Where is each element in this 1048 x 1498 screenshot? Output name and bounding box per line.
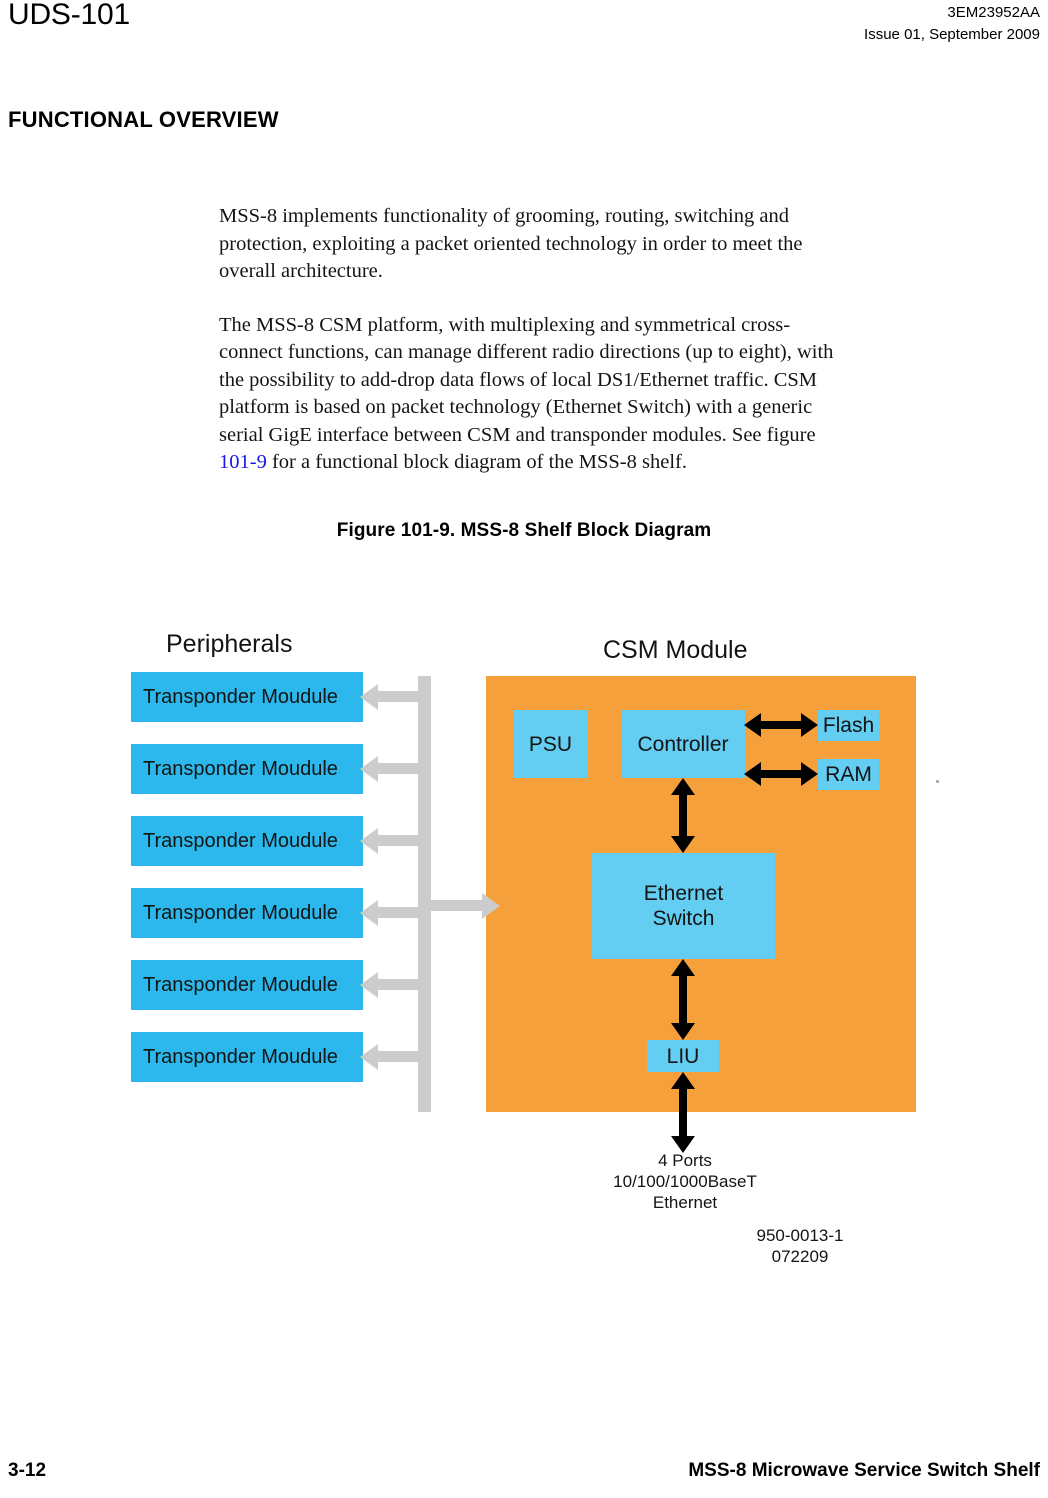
part-number: 3EM23952AA (947, 4, 1040, 21)
paragraph-2-text-after: for a functional block diagram of the MS… (266, 451, 687, 473)
drawing-date-code: 072209 (771, 1247, 829, 1266)
paragraph-2-text-before: The MSS-8 CSM platform, with multiplexin… (219, 313, 834, 446)
controller-switch-link-shaft (679, 795, 687, 837)
liu-ports-link-shaft (679, 1089, 687, 1137)
controller-ram-link-shaft (761, 770, 803, 778)
transponder-arrowhead-icon (360, 828, 378, 854)
transponder-module-block[interactable]: Transponder Moudule (131, 888, 363, 938)
transponder-module-block[interactable]: Transponder Moudule (131, 744, 363, 794)
peripheral-bus-vertical (418, 676, 431, 1112)
port-annotation-line3: Ethernet (652, 1193, 718, 1212)
document-code: UDS-101 (8, 0, 130, 31)
controller-ram-arrowhead-right-icon (801, 762, 818, 786)
transponder-arrowhead-icon (360, 1044, 378, 1070)
transponder-module-block[interactable]: Transponder Moudule (131, 960, 363, 1010)
diagram-artifact-dot (936, 780, 939, 783)
issue-date: Issue 01, September 2009 (864, 26, 1040, 43)
controller-flash-arrowhead-left-icon (744, 713, 761, 737)
switch-liu-arrowhead-up-icon (671, 959, 695, 976)
drawing-number: 950-0013-1 (756, 1226, 844, 1245)
flash-block[interactable]: Flash (818, 710, 879, 741)
transponder-link-shaft (376, 1051, 420, 1062)
document-title-footer: MSS-8 Microwave Service Switch Shelf (688, 1460, 1040, 1481)
paragraph-2: The MSS-8 CSM platform, with multiplexin… (219, 312, 839, 477)
transponder-module-block[interactable]: Transponder Moudule (131, 672, 363, 722)
transponder-module-block[interactable]: Transponder Moudule (131, 816, 363, 866)
transponder-link-shaft (376, 691, 420, 702)
figure-caption: Figure 101-9. MSS-8 Shelf Block Diagram (336, 520, 712, 541)
diagram-label-csm-module: CSM Module (603, 636, 748, 664)
switch-liu-link-shaft (679, 976, 687, 1024)
page-footer: 3-12 MSS-8 Microwave Service Switch Shel… (0, 1456, 1048, 1482)
ram-block[interactable]: RAM (818, 759, 879, 790)
switch-liu-arrowhead-down-icon (671, 1023, 695, 1040)
port-annotation-line2: 10/100/1000BaseT (613, 1172, 757, 1191)
peripheral-bus-arrowhead-icon (482, 893, 500, 919)
controller-flash-arrowhead-right-icon (801, 713, 818, 737)
header-right-block: 3EM23952AA Issue 01, September 2009 (864, 2, 1040, 46)
transponder-link-shaft (376, 979, 420, 990)
external-port-annotation: 4 Ports 10/100/1000BaseT Ethernet (560, 1150, 810, 1213)
transponder-arrowhead-icon (360, 684, 378, 710)
diagram-label-peripherals: Peripherals (166, 630, 293, 658)
port-annotation-line1: 4 Ports (658, 1151, 712, 1170)
section-heading: FUNCTIONAL OVERVIEW (8, 107, 279, 132)
controller-switch-arrowhead-down-icon (671, 836, 695, 853)
figure-cross-reference-link[interactable]: 101-9 (219, 451, 267, 473)
liu-ports-arrowhead-up-icon (671, 1072, 695, 1089)
transponder-link-shaft (376, 763, 420, 774)
transponder-arrowhead-icon (360, 900, 378, 926)
transponder-link-shaft (376, 835, 420, 846)
transponder-module-block[interactable]: Transponder Moudule (131, 1032, 363, 1082)
diagram-canvas: Peripherals CSM Module Transponder Moudu… (0, 600, 1048, 1300)
page-number: 3-12 (8, 1460, 47, 1481)
controller-switch-arrowhead-up-icon (671, 778, 695, 795)
body-text: MSS-8 implements functionality of groomi… (219, 203, 839, 477)
controller-ram-arrowhead-left-icon (744, 762, 761, 786)
transponder-arrowhead-icon (360, 756, 378, 782)
paragraph-1: MSS-8 implements functionality of groomi… (219, 205, 803, 282)
liu-block[interactable]: LIU (647, 1040, 719, 1072)
figure-block-diagram: Peripherals CSM Module Transponder Moudu… (0, 600, 1048, 1300)
controller-flash-link-shaft (761, 721, 803, 729)
drawing-identification: 950-0013-1 072209 (680, 1225, 920, 1267)
transponder-arrowhead-icon (360, 972, 378, 998)
ethernet-switch-block[interactable]: Ethernet Switch (592, 853, 775, 959)
controller-block[interactable]: Controller (621, 710, 745, 778)
transponder-link-shaft (376, 907, 420, 918)
page-header: UDS-101 3EM23952AA Issue 01, September 2… (0, 0, 1048, 56)
ethernet-switch-label-line2: Switch (652, 907, 715, 930)
psu-block[interactable]: PSU (513, 710, 588, 778)
ethernet-switch-label-line1: Ethernet (643, 882, 724, 905)
